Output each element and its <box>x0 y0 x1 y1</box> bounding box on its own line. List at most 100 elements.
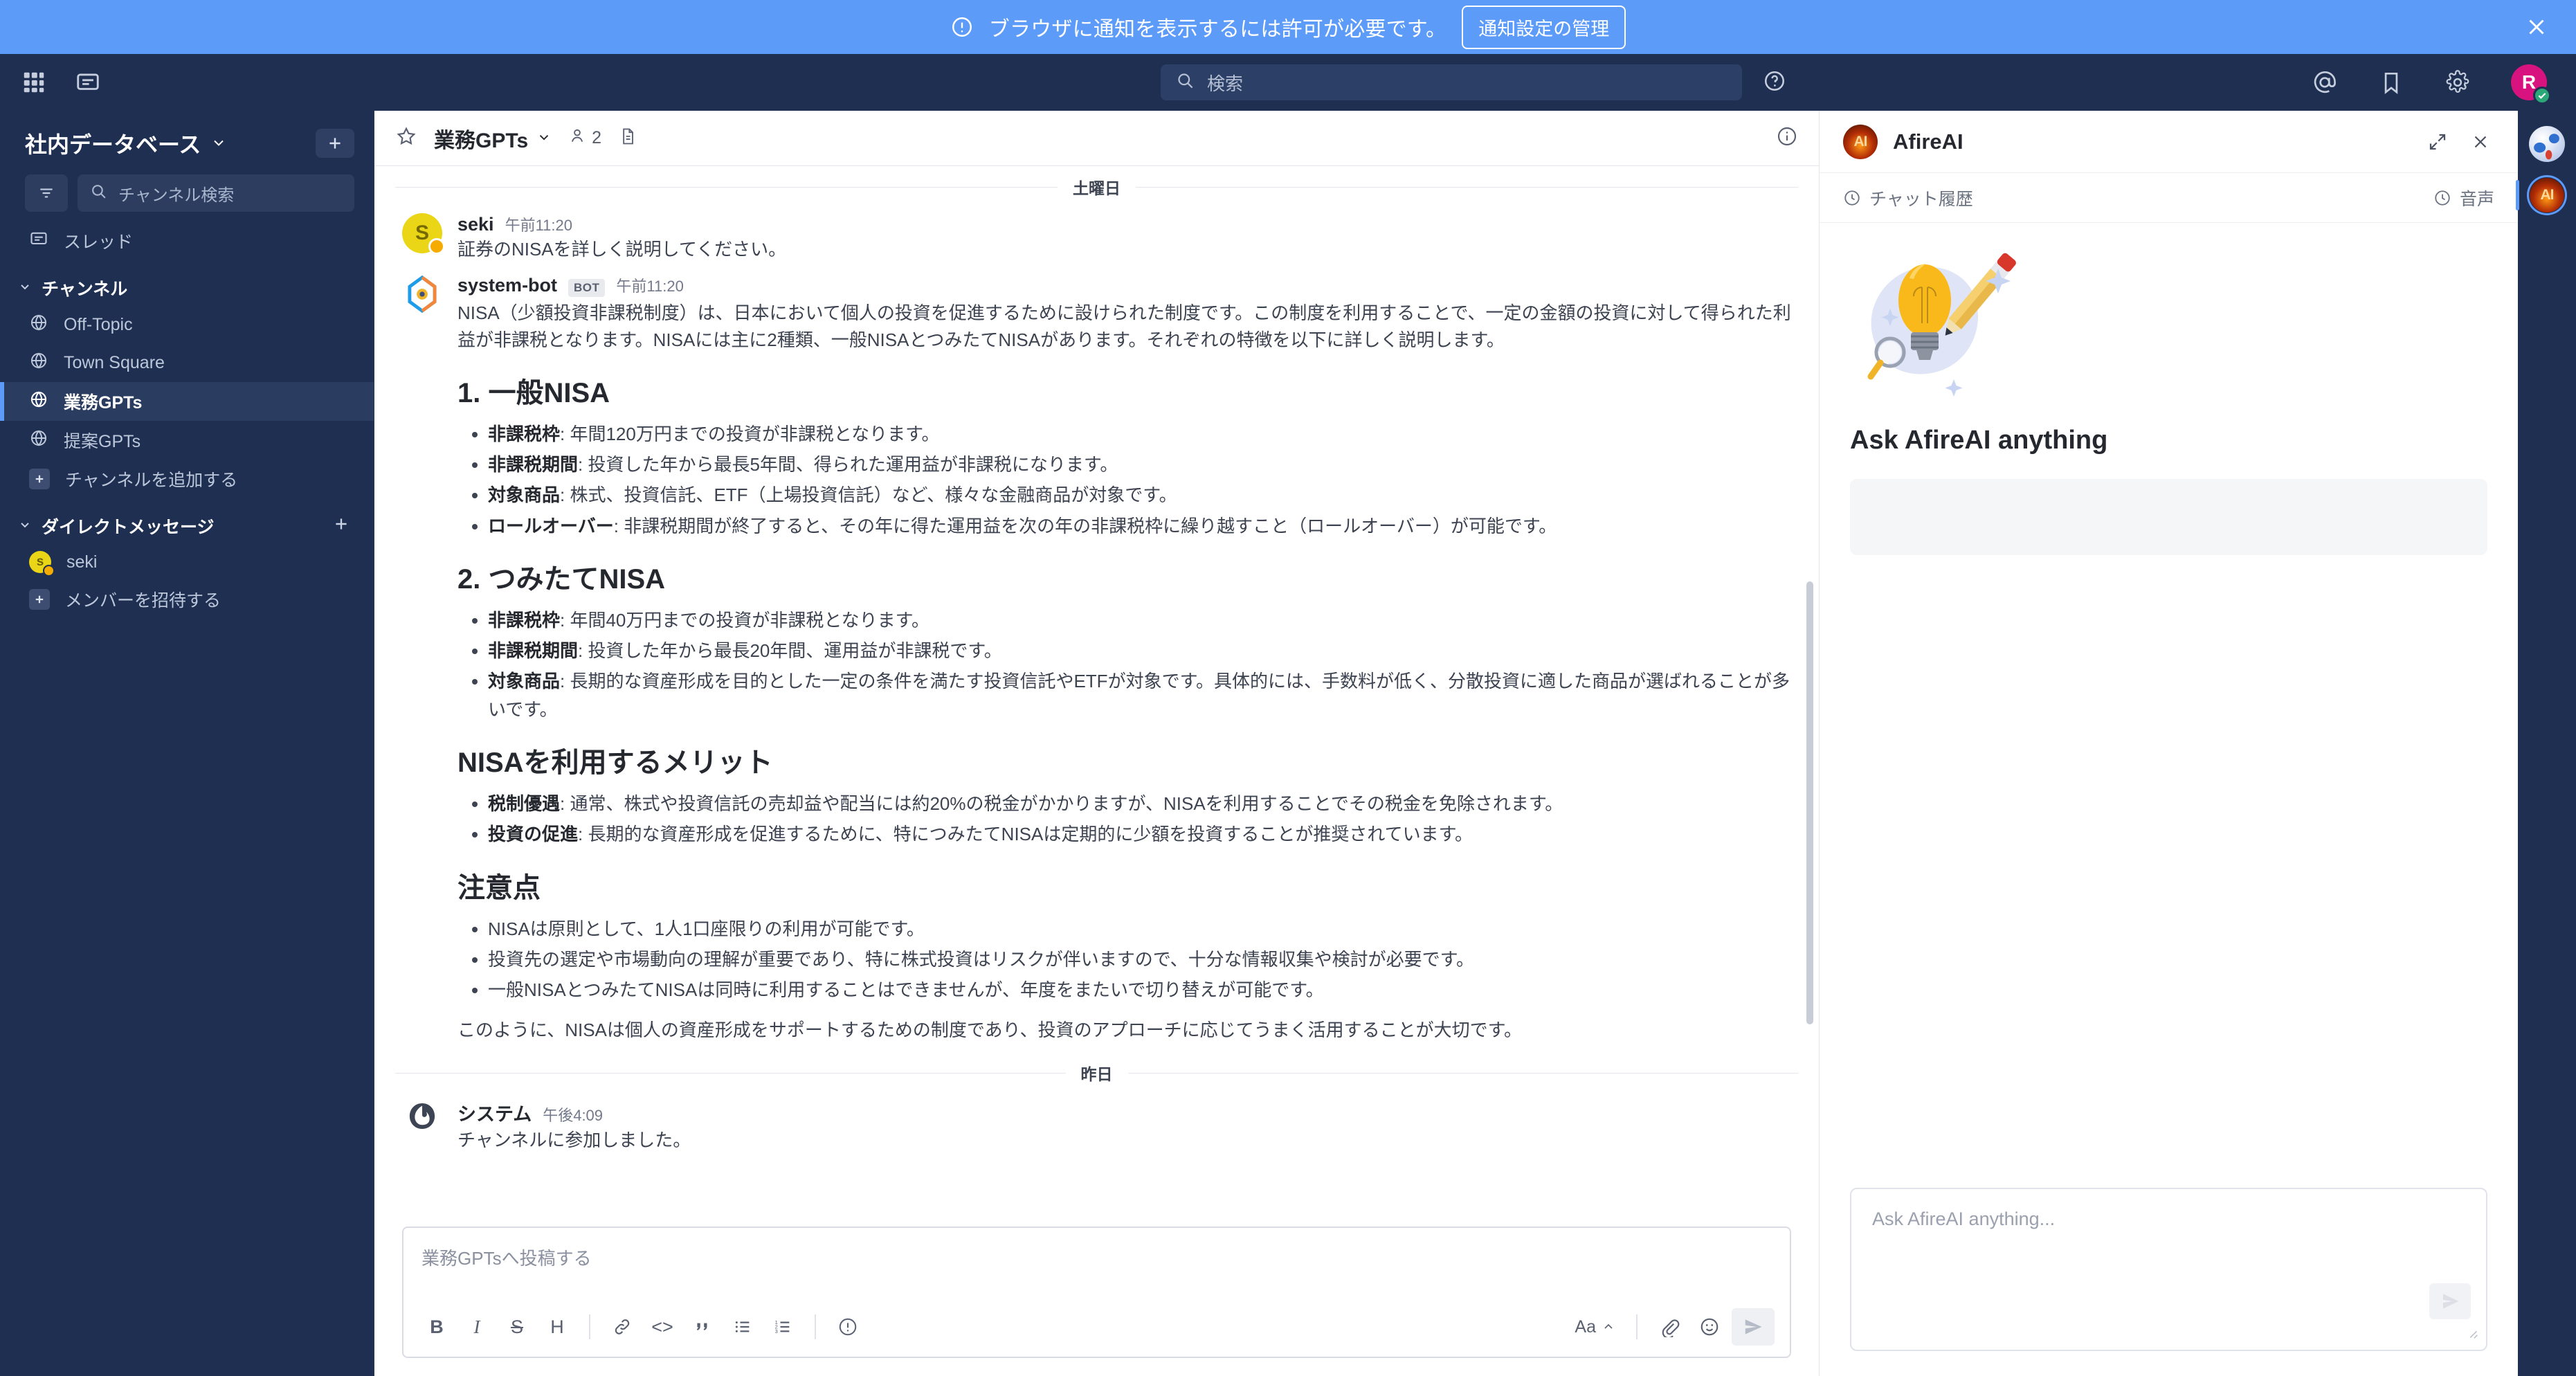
paperclip-icon[interactable] <box>1651 1309 1687 1345</box>
sidebar-dm-seki[interactable]: s seki <box>0 544 374 580</box>
star-icon[interactable] <box>395 125 417 151</box>
browse-or-create-channel-button[interactable] <box>316 129 354 158</box>
search-placeholder: 検索 <box>1207 73 1244 94</box>
channel-members-button[interactable]: 2 <box>568 127 601 150</box>
ai-panel-main: Ask AfireAI anything <box>1820 223 2518 1171</box>
sidebar-item-threads[interactable]: スレッド <box>0 221 374 260</box>
bullet-list: NISAは原則として、1人1口座限りの利用が可能です。 投資先の選定や市場動向の… <box>457 915 1791 1004</box>
code-button[interactable]: <> <box>644 1309 680 1345</box>
format-toggle-label: Aa <box>1575 1316 1596 1337</box>
help-circle-icon[interactable] <box>1763 69 1789 96</box>
app-root: ブラウザに通知を表示するには許可が必要です。 通知設定の管理 検索 R 社内デー… <box>0 0 2576 1376</box>
numbered-list-icon[interactable]: 123 <box>765 1309 801 1345</box>
strikethrough-button[interactable]: S <box>499 1309 535 1345</box>
apps-grid-icon[interactable] <box>21 69 47 96</box>
filter-icon[interactable] <box>25 174 68 212</box>
message-body: seki 午前11:20 証券のNISAを詳しく説明してください。 <box>457 213 1791 263</box>
send-button[interactable] <box>1732 1308 1775 1346</box>
ai-panel-header: AI AfireAI <box>1820 111 2518 173</box>
heading-button[interactable]: H <box>539 1309 575 1345</box>
channel-search-placeholder: チャンネル検索 <box>118 185 235 205</box>
info-circle-icon[interactable] <box>830 1309 866 1345</box>
italic-button[interactable]: I <box>459 1309 495 1345</box>
ai-send-button[interactable] <box>2429 1283 2471 1319</box>
dm-section-label: ダイレクトメッセージ <box>42 518 215 537</box>
format-toggle-button[interactable]: Aa <box>1568 1317 1622 1337</box>
list-item-desc: : 投資した年から最長20年間、運用益が非課税です。 <box>578 640 1002 662</box>
toolbar-divider <box>1636 1314 1638 1339</box>
message-body: システム 午後4:09 チャンネルに参加しました。 <box>457 1099 1791 1154</box>
chat-history-button[interactable]: チャット履歴 <box>1843 185 1973 210</box>
ai-suggestion-card[interactable] <box>1850 479 2487 555</box>
list-item-term: 非課税期間 <box>488 640 579 662</box>
dm-add-icon[interactable] <box>332 515 350 538</box>
status-badge <box>2533 87 2551 105</box>
composer-toolbar: B I S H <> 1 2 3 Aa <box>403 1303 1790 1357</box>
message-timestamp: 午後4:09 <box>543 1106 604 1124</box>
message-timestamp: 午前11:20 <box>505 217 572 234</box>
channel-title-button[interactable]: 業務GPTs <box>434 123 552 154</box>
list-item: 非課税枠: 年間120万円までの投資が非課税となります。 <box>488 420 1791 448</box>
list-item-term: ロールオーバー <box>488 515 614 536</box>
message-author[interactable]: system-bot <box>457 275 557 296</box>
app-rail-item-afireai[interactable]: AI <box>2516 177 2565 213</box>
avatar[interactable] <box>402 1099 442 1139</box>
status-badge <box>43 565 55 577</box>
avatar[interactable]: R <box>2511 64 2551 105</box>
message-author[interactable]: seki <box>457 214 494 235</box>
emoji-icon[interactable] <box>1691 1309 1727 1345</box>
ai-panel-subbar: チャット履歴 音声 <box>1820 173 2518 223</box>
sidebar-item-town-square[interactable]: Town Square <box>0 344 374 382</box>
scrollbar-thumb[interactable] <box>1806 581 1813 1024</box>
link-icon[interactable] <box>604 1309 640 1345</box>
sidebar-item-gyomu-gpts[interactable]: 業務GPTs <box>0 382 374 421</box>
manage-notification-settings-button[interactable]: 通知設定の管理 <box>1462 5 1626 49</box>
message-list: 土曜日 S seki 午前11:20 証券のNISAを詳しく説明してください。 <box>374 166 1819 1217</box>
list-item-desc: : 投資した年から最長5年間、得られた運用益が非課税になります。 <box>578 453 1118 475</box>
info-circle-icon[interactable] <box>1776 125 1798 151</box>
list-item: 税制優遇: 通常、株式や投資信託の売却益や配当には約20%の税金がかかりますが、… <box>488 790 1791 817</box>
resize-grip-icon[interactable] <box>2465 1326 2480 1346</box>
avatar[interactable]: S <box>402 213 445 255</box>
ai-input[interactable]: Ask AfireAI anything... <box>1850 1188 2487 1351</box>
sidebar-item-teian-gpts[interactable]: 提案GPTs <box>0 421 374 460</box>
message-scrollbar[interactable] <box>1806 166 1813 1217</box>
sidebar-add-channel[interactable]: チャンネルを追加する <box>0 460 374 498</box>
voice-button[interactable]: 音声 <box>2433 185 2494 210</box>
avatar: s <box>29 551 55 577</box>
close-icon[interactable] <box>2467 128 2494 156</box>
at-mention-icon[interactable] <box>2312 69 2338 96</box>
message-item: S seki 午前11:20 証券のNISAを詳しく説明してください。 <box>374 208 1819 269</box>
composer-input[interactable]: 業務GPTsへ投稿する <box>403 1228 1790 1303</box>
sidebar-invite-members[interactable]: メンバーを招待する <box>0 580 374 619</box>
chat-bubble-icon[interactable] <box>75 69 101 96</box>
close-icon[interactable] <box>2523 14 2550 40</box>
bold-button[interactable]: B <box>419 1309 455 1345</box>
gear-icon[interactable] <box>2445 69 2471 96</box>
list-item-desc: : 非課税期間が終了すると、その年に得た運用益を次の年の非課税枠に繰り越すこと（… <box>613 515 1557 536</box>
info-circle-icon <box>950 15 974 39</box>
list-item-term: 税制優遇 <box>488 793 561 815</box>
channel-search-input[interactable]: チャンネル検索 <box>78 174 354 212</box>
file-icon[interactable] <box>618 127 637 150</box>
search-icon <box>1176 71 1195 93</box>
dm-section-toggle[interactable]: ダイレクトメッセージ <box>18 514 215 538</box>
quote-icon[interactable] <box>684 1309 720 1345</box>
team-name-button[interactable]: 社内データベース <box>25 127 227 159</box>
globe-icon <box>29 428 48 453</box>
message-author[interactable]: システム <box>457 1099 532 1126</box>
plus-square-icon <box>29 469 50 489</box>
bookmark-icon[interactable] <box>2378 69 2404 96</box>
search-input[interactable]: 検索 <box>1161 64 1742 100</box>
avatar[interactable] <box>402 274 442 314</box>
app-rail-item-globe[interactable] <box>2529 126 2565 162</box>
section-heading: 1. 一般NISA <box>457 377 610 408</box>
notification-text: ブラウザに通知を表示するには許可が必要です。 <box>988 18 1447 41</box>
channels-section-toggle[interactable]: チャンネル <box>18 275 127 300</box>
message-item: system-bot BOT 午前11:20 NISA（少額投資非課税制度）は、… <box>374 269 1819 1052</box>
bullet-list-icon[interactable] <box>725 1309 761 1345</box>
team-name-label: 社内データベース <box>25 132 201 157</box>
sidebar-item-off-topic[interactable]: Off-Topic <box>0 306 374 344</box>
message-meta: seki 午前11:20 <box>457 213 1791 235</box>
expand-icon[interactable] <box>2424 128 2451 156</box>
